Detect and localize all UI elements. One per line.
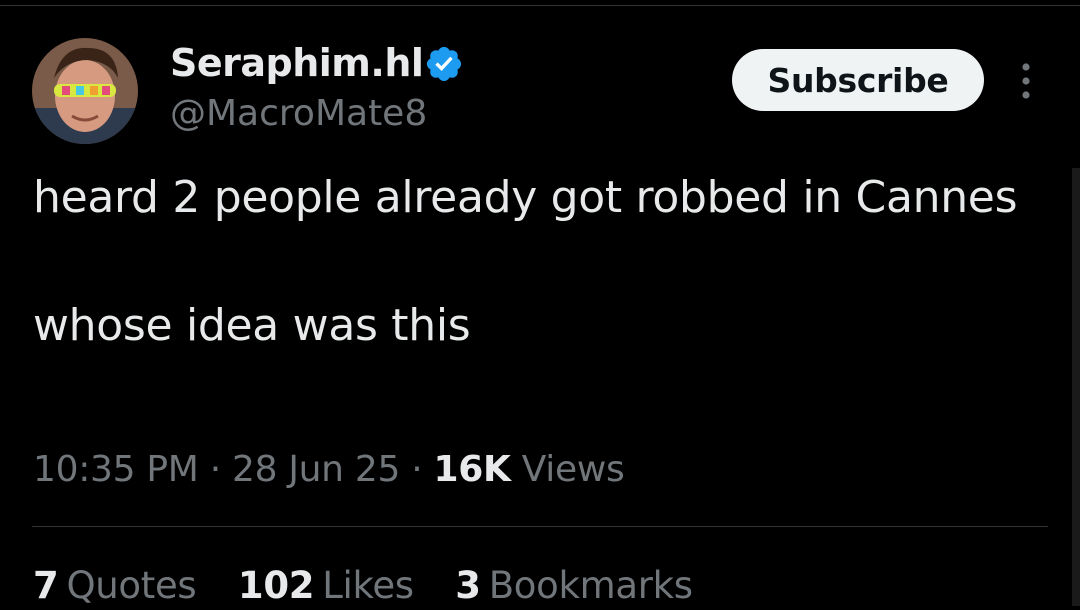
engagement-stats: 7 Quotes 102 Likes 3 Bookmarks (33, 562, 723, 610)
tweet-meta: 10:35 PM · 28 Jun 25 · 16K Views (33, 446, 625, 494)
tweet-date[interactable]: 28 Jun 25 (232, 449, 400, 490)
author-display-name[interactable]: Seraphim.hl (170, 40, 424, 86)
likes-label: Likes (322, 564, 414, 607)
quotes-label: Quotes (66, 564, 197, 607)
tweet-time[interactable]: 10:35 PM (33, 449, 199, 490)
quotes-count: 7 (33, 564, 59, 607)
subscribe-button[interactable]: Subscribe (732, 49, 984, 111)
views-label: Views (510, 449, 625, 490)
meta-separator: · (198, 449, 232, 490)
avatar-image (32, 38, 138, 144)
bookmarks-label: Bookmarks (488, 564, 693, 607)
scrollbar-track[interactable] (1072, 168, 1080, 606)
bookmarks-stat[interactable]: 3 Bookmarks (455, 562, 693, 610)
quotes-stat[interactable]: 7 Quotes (33, 562, 197, 610)
likes-count: 102 (237, 564, 315, 607)
stats-divider (32, 526, 1048, 527)
views-count: 16K (433, 449, 511, 490)
verified-badge-icon (426, 46, 462, 82)
likes-stat[interactable]: 102 Likes (238, 562, 414, 610)
tweet-text: heard 2 people already got robbed in Can… (33, 166, 1033, 358)
author-handle[interactable]: @MacroMate8 (170, 92, 427, 136)
more-options-icon[interactable] (1012, 62, 1040, 100)
tweet-line-2: whose idea was this (33, 300, 471, 351)
bookmarks-count: 3 (455, 564, 481, 607)
avatar[interactable] (32, 38, 138, 144)
tweet-line-1: heard 2 people already got robbed in Can… (33, 172, 1018, 223)
meta-separator: · (400, 449, 434, 490)
top-divider (0, 0, 1080, 6)
